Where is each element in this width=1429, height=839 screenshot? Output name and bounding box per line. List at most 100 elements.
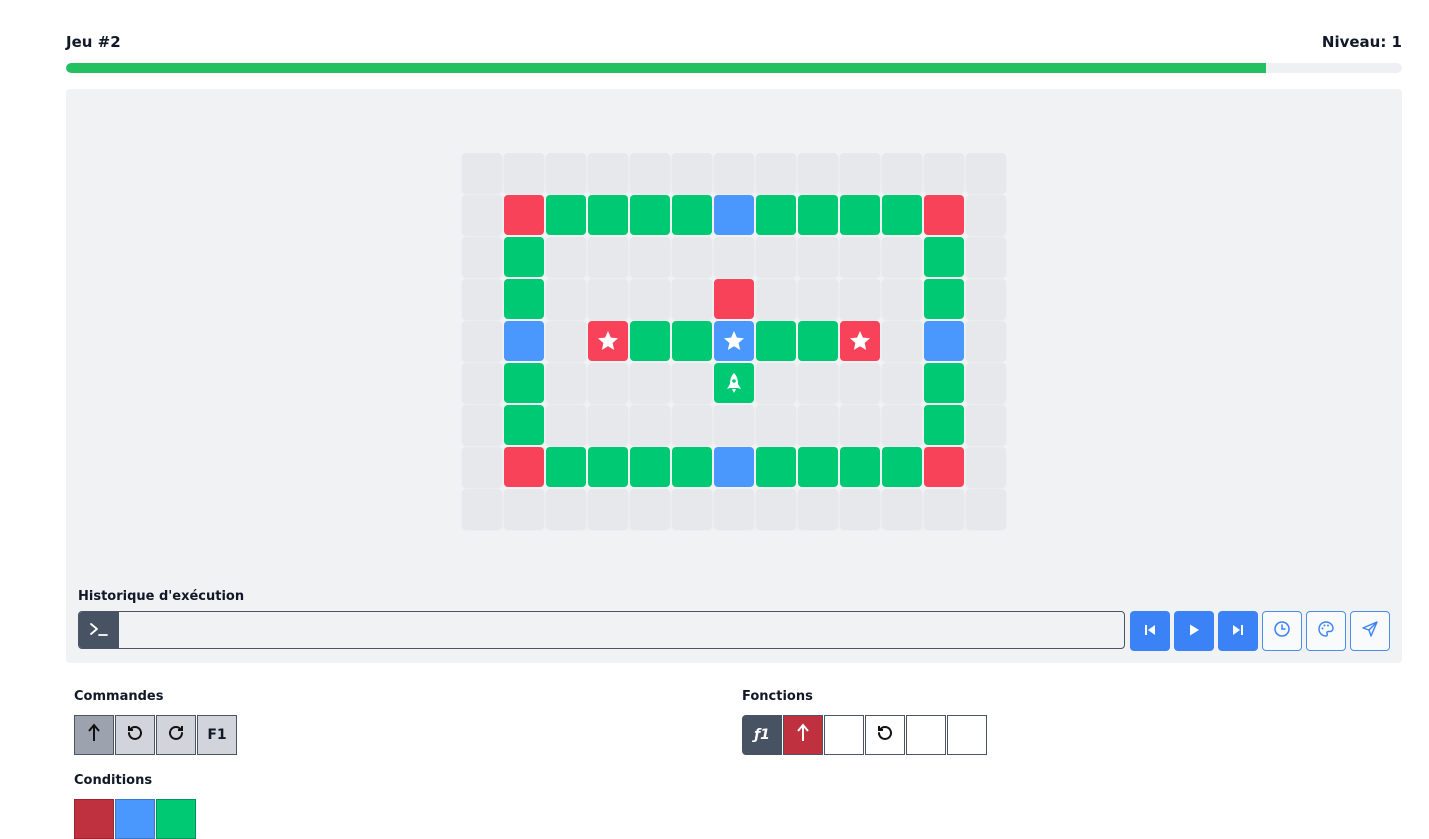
grid-cell-green	[798, 321, 838, 361]
grid-cell-green	[672, 195, 712, 235]
grid-cell-empty	[798, 237, 838, 277]
grid-cell-empty	[588, 153, 628, 193]
grid-cell-empty	[546, 489, 586, 529]
arrow-up-icon	[796, 723, 810, 747]
conditions-label: Conditions	[74, 773, 153, 788]
grid-cell-green	[924, 363, 964, 403]
grid-cell-green	[756, 447, 796, 487]
grid-cell-empty	[588, 363, 628, 403]
grid-cell-empty	[966, 237, 1006, 277]
grid-cell-green	[756, 321, 796, 361]
grid-cell-green	[924, 405, 964, 445]
grid-cell-empty	[714, 153, 754, 193]
grid-cell-empty	[630, 237, 670, 277]
grid-cell-empty	[462, 405, 502, 445]
grid-cell-empty	[462, 237, 502, 277]
grid-cell-green	[504, 363, 544, 403]
grid-cell-empty	[756, 405, 796, 445]
grid-cell-empty	[966, 195, 1006, 235]
grid-cell-empty	[546, 153, 586, 193]
command-turn-left[interactable]	[115, 715, 155, 755]
grid-cell-red	[924, 195, 964, 235]
grid-cell-empty	[756, 489, 796, 529]
functions-label: Fonctions	[742, 689, 813, 704]
grid-cell-empty	[966, 405, 1006, 445]
star-icon	[722, 329, 746, 353]
command-turn-right[interactable]	[156, 715, 196, 755]
rotate-left-icon	[126, 724, 144, 746]
send-icon	[1361, 620, 1379, 642]
grid-cell-empty	[966, 363, 1006, 403]
grid-cell-empty	[882, 237, 922, 277]
grid-cell-empty	[882, 321, 922, 361]
condition-green[interactable]	[156, 799, 196, 839]
grid-cell-empty	[462, 321, 502, 361]
rocket-icon	[724, 371, 744, 395]
grid-cell-green	[798, 195, 838, 235]
step-forward-button[interactable]	[1218, 611, 1258, 651]
grid-cell-empty	[924, 153, 964, 193]
grid-cell-blue	[714, 447, 754, 487]
grid-cell-empty	[630, 405, 670, 445]
palette-button[interactable]	[1306, 611, 1346, 651]
grid-cell-empty	[714, 405, 754, 445]
grid-cell-empty	[966, 321, 1006, 361]
grid-cell-empty	[630, 489, 670, 529]
grid-cell-green	[546, 447, 586, 487]
grid-cell-empty	[672, 489, 712, 529]
grid-cell-empty	[462, 363, 502, 403]
play-button[interactable]	[1174, 611, 1214, 651]
grid-cell-green	[924, 279, 964, 319]
play-icon	[1187, 622, 1201, 641]
terminal-icon[interactable]	[79, 612, 119, 648]
grid-cell-red	[504, 195, 544, 235]
grid-cell-empty	[588, 405, 628, 445]
game-title: Jeu #2	[66, 33, 121, 51]
grid-cell-green	[840, 195, 880, 235]
grid-cell-empty	[588, 237, 628, 277]
grid-cell-blue	[504, 321, 544, 361]
grid-cell-empty	[630, 363, 670, 403]
grid-cell-empty	[546, 405, 586, 445]
speed-button[interactable]	[1262, 611, 1302, 651]
progress-bar	[66, 63, 1402, 73]
grid-cell-empty	[462, 489, 502, 529]
progress-fill	[66, 63, 1266, 73]
grid-cell-empty	[588, 279, 628, 319]
history-label: Historique d'exécution	[78, 589, 245, 604]
grid-cell-empty	[798, 279, 838, 319]
grid-cell-empty	[462, 447, 502, 487]
grid-cell-green	[630, 447, 670, 487]
function-slot-5[interactable]	[947, 715, 987, 755]
send-button[interactable]	[1350, 611, 1390, 651]
grid-cell-empty	[756, 363, 796, 403]
grid-cell-red	[840, 321, 880, 361]
clock-icon	[1273, 620, 1291, 642]
function-slot-2[interactable]	[824, 715, 864, 755]
condition-blue[interactable]	[115, 799, 155, 839]
grid-cell-empty	[840, 363, 880, 403]
grid-cell-empty	[798, 489, 838, 529]
grid-cell-green	[546, 195, 586, 235]
grid-cell-green	[504, 237, 544, 277]
command-forward[interactable]	[74, 715, 114, 755]
grid-cell-empty	[882, 279, 922, 319]
function-slot-3[interactable]	[865, 715, 905, 755]
grid-cell-green	[714, 363, 754, 403]
grid-cell-red	[714, 279, 754, 319]
step-back-button[interactable]	[1130, 611, 1170, 651]
step-forward-icon	[1231, 622, 1245, 641]
grid-cell-empty	[924, 489, 964, 529]
grid-cell-empty	[546, 279, 586, 319]
grid-cell-green	[840, 447, 880, 487]
command-f1[interactable]: F1	[197, 715, 237, 755]
grid-cell-green	[882, 195, 922, 235]
function-slot-1[interactable]	[783, 715, 823, 755]
function-slot-4[interactable]	[906, 715, 946, 755]
grid-cell-empty	[882, 153, 922, 193]
grid-cell-green	[756, 195, 796, 235]
condition-red[interactable]	[74, 799, 114, 839]
grid-cell-empty	[672, 279, 712, 319]
grid-cell-empty	[798, 153, 838, 193]
grid-cell-empty	[966, 447, 1006, 487]
